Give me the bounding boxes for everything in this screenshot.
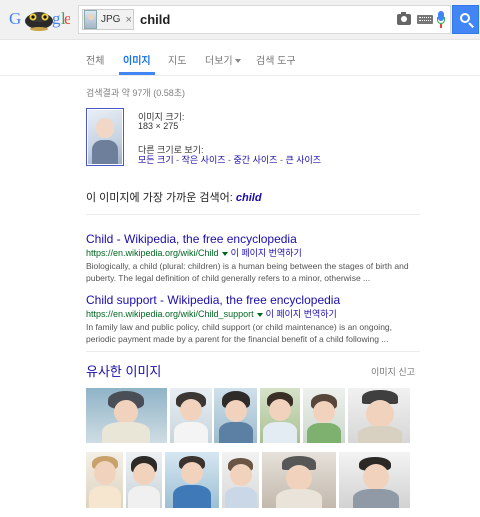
result-stats: 검색결과 약 97개 (0.58초) [86, 88, 185, 98]
link-separator: - [173, 155, 182, 165]
tab-all[interactable]: 전체 [86, 52, 104, 67]
result-snippet: Biologically, a child (plural: children)… [86, 261, 409, 283]
logo-letter-g2: g [52, 9, 61, 28]
result-title-link[interactable]: Child - Wikipedia, the free encyclopedia [86, 232, 416, 246]
result-title-link[interactable]: Child support - Wikipedia, the free ency… [86, 293, 416, 307]
image-size-value: 183 × 275 [138, 121, 179, 131]
search-button[interactable] [452, 5, 479, 34]
tab-more-label: 더보기 [205, 56, 233, 67]
best-guess-link[interactable]: child [236, 192, 262, 204]
similar-images-title[interactable]: 유사한 이미지 [86, 361, 161, 380]
similar-image-thumbnail[interactable] [348, 388, 410, 443]
caret-down-icon[interactable] [256, 312, 263, 317]
best-guess-label: 이 이미지에 가장 가까운 검색어: [86, 192, 233, 204]
camera-icon[interactable] [397, 12, 411, 25]
search-tabs: 전체 이미지 지도 더보기 검색 도구 [0, 40, 480, 76]
caret-down-icon[interactable] [221, 251, 228, 256]
keyboard-icon[interactable] [417, 15, 433, 24]
search-query[interactable]: child [140, 12, 170, 27]
image-chip-label: JPG [101, 14, 121, 25]
search-result: Child - Wikipedia, the free encyclopedia… [86, 232, 416, 284]
similar-image-thumbnail[interactable] [260, 388, 300, 443]
top-bar: G g l e JPG × child [0, 0, 480, 40]
link-large-size[interactable]: 큰 사이즈 [285, 155, 321, 165]
best-guess: 이 이미지에 가장 가까운 검색어: child [86, 189, 262, 205]
search-box[interactable]: JPG × child [78, 5, 451, 34]
divider [86, 214, 420, 215]
microphone-icon[interactable] [437, 11, 445, 29]
similar-image-thumbnail[interactable] [170, 388, 212, 443]
close-icon[interactable]: × [125, 14, 131, 26]
divider [86, 351, 420, 352]
result-url-line: https://en.wikipedia.org/wiki/Child 이 페이지… [86, 247, 416, 259]
image-chip-thumbnail [84, 10, 97, 29]
similar-image-thumbnail[interactable] [86, 452, 123, 508]
result-url: https://en.wikipedia.org/wiki/Child_supp… [86, 309, 254, 319]
result-url: https://en.wikipedia.org/wiki/Child [86, 248, 219, 258]
google-logo[interactable]: G g l e [8, 6, 70, 32]
image-chip[interactable]: JPG × [82, 9, 134, 30]
tab-images[interactable]: 이미지 [123, 52, 151, 67]
result-snippet: In family law and public policy, child s… [86, 322, 393, 344]
link-all-sizes[interactable]: 모든 크기 [138, 155, 174, 165]
link-small-size[interactable]: 작은 사이즈 [182, 155, 226, 165]
similar-image-thumbnail[interactable] [86, 388, 167, 443]
similar-image-thumbnail[interactable] [214, 388, 257, 443]
active-tab-indicator [119, 72, 155, 75]
logo-letter-g: G [9, 9, 21, 28]
translate-link[interactable]: 이 페이지 번역하기 [266, 309, 337, 319]
search-icon [460, 13, 470, 23]
similar-image-thumbnail[interactable] [262, 452, 336, 508]
logo-letter-e: e [64, 9, 70, 28]
similar-image-thumbnail[interactable] [222, 452, 259, 508]
size-links: 모든 크기 - 작은 사이즈 - 중간 사이즈 - 큰 사이즈 [138, 153, 321, 166]
query-image[interactable] [86, 108, 124, 166]
report-images-link[interactable]: 이미지 신고 [371, 365, 415, 378]
tab-more[interactable]: 더보기 [205, 52, 241, 67]
similar-image-thumbnail[interactable] [303, 388, 345, 443]
link-separator: - [225, 155, 234, 165]
tab-maps[interactable]: 지도 [168, 52, 186, 67]
translate-link[interactable]: 이 페이지 번역하기 [231, 248, 302, 258]
result-url-line: https://en.wikipedia.org/wiki/Child_supp… [86, 308, 416, 320]
search-result: Child support - Wikipedia, the free ency… [86, 293, 416, 345]
similar-image-thumbnail[interactable] [126, 452, 162, 508]
tab-search-tools[interactable]: 검색 도구 [256, 52, 296, 67]
similar-image-thumbnail[interactable] [339, 452, 410, 508]
caret-down-icon [234, 59, 241, 64]
similar-image-thumbnail[interactable] [165, 452, 219, 508]
link-medium-size[interactable]: 중간 사이즈 [234, 155, 278, 165]
